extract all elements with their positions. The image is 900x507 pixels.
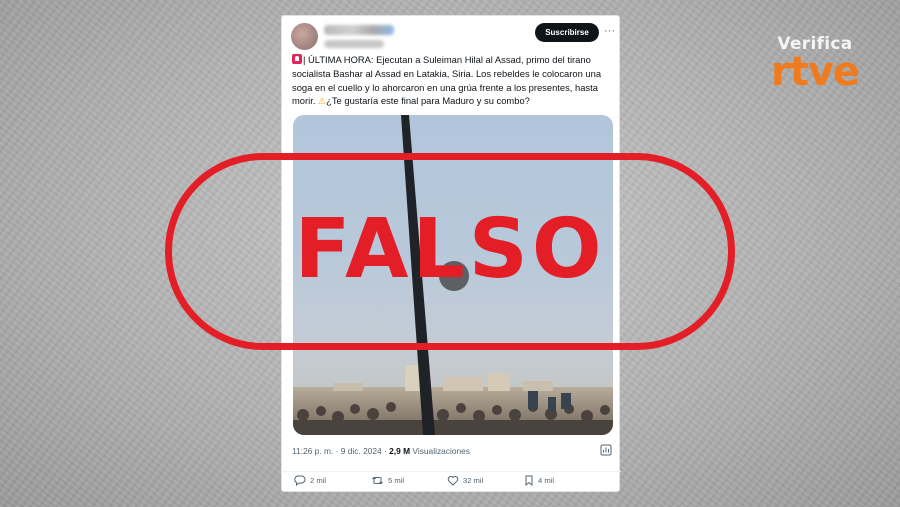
tweet-timestamp[interactable]: 11:26 p. m. · 9 dic. 2024 ·	[292, 446, 389, 456]
bookmark-icon	[525, 475, 533, 486]
user-handle-blurred	[324, 40, 384, 48]
like-icon	[447, 475, 459, 486]
avatar[interactable]	[291, 23, 318, 50]
warning-icon: ⚠	[318, 96, 327, 107]
repost-count: 5 mil	[388, 476, 405, 485]
repost-icon	[372, 476, 383, 485]
more-icon[interactable]: ···	[604, 25, 615, 37]
views-chart-icon[interactable]	[600, 444, 612, 456]
subscribe-button[interactable]: Suscribirse	[535, 23, 599, 42]
verifica-rtve-watermark: Verifica rtve	[760, 34, 870, 92]
views-label: Visualizaciones	[410, 446, 470, 456]
tweet-actions: 2 mil 5 mil 32 mil 4 mil	[282, 471, 621, 487]
reply-count: 2 mil	[310, 476, 327, 485]
bookmark-action[interactable]: 4 mil	[524, 475, 554, 486]
user-name-blurred[interactable]	[324, 25, 394, 35]
like-count: 32 mil	[463, 476, 484, 485]
views-count: 2,9 M	[389, 446, 411, 456]
tweet-meta: 11:26 p. m. · 9 dic. 2024 · 2,9 M Visual…	[292, 446, 470, 456]
siren-icon	[292, 54, 302, 64]
reply-action[interactable]: 2 mil	[294, 475, 326, 486]
tweet-text: | ÚLTIMA HORA: Ejecutan a Suleiman Hilal…	[292, 53, 614, 109]
like-action[interactable]: 32 mil	[447, 475, 483, 486]
watermark-rtve-logo: rtve	[770, 49, 860, 95]
repost-action[interactable]: 5 mil	[371, 475, 404, 486]
tweet-text-question: ¿Te gustaría este final para Maduro y su…	[326, 95, 530, 107]
falso-stamp-label: FALSO	[294, 202, 606, 297]
bookmark-count: 4 mil	[538, 476, 555, 485]
reply-icon	[294, 475, 306, 486]
